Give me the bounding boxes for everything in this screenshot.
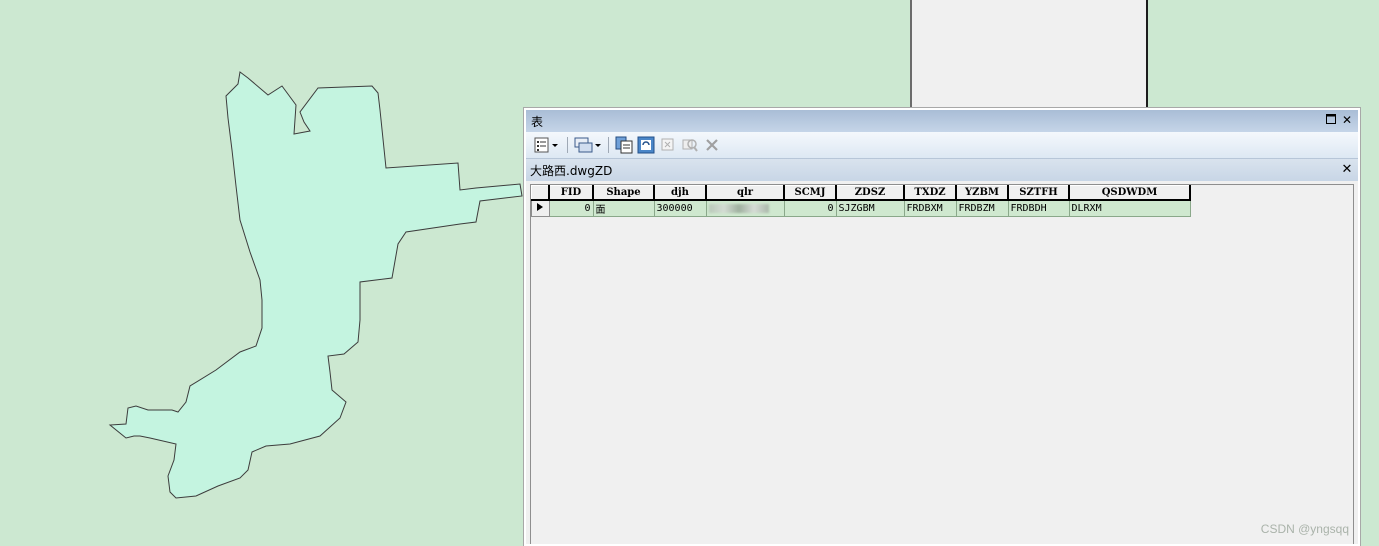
column-header-scmj[interactable]: SCMJ <box>783 185 837 201</box>
cell-qlr[interactable] <box>705 199 785 217</box>
column-header-yzbm[interactable]: YZBM <box>955 185 1009 201</box>
side-panel <box>910 0 1148 108</box>
tab-close-icon[interactable]: ✕ <box>1340 162 1354 177</box>
zoom-to-selected-icon[interactable] <box>680 135 700 155</box>
select-by-attributes-icon[interactable] <box>614 135 634 155</box>
column-header-qlr[interactable]: qlr <box>705 185 785 201</box>
cell-yzbm[interactable]: FRDBZM <box>955 199 1009 217</box>
switch-selection-icon[interactable] <box>636 135 656 155</box>
table-options-icon[interactable] <box>532 135 562 155</box>
cell-djh[interactable]: 300000 <box>653 199 707 217</box>
parcel-polygon[interactable] <box>108 71 523 499</box>
column-header-qsdwdm[interactable]: QSDWDM <box>1068 185 1191 201</box>
cell-fid[interactable]: 0 <box>548 199 594 217</box>
column-header-djh[interactable]: djh <box>653 185 707 201</box>
tab-dwgzd[interactable]: 大路西.dwgZD <box>530 162 612 179</box>
column-header-shape[interactable]: Shape <box>592 185 655 201</box>
table-tab-bar: 大路西.dwgZD ✕ <box>526 158 1358 181</box>
cell-shape[interactable]: 面 <box>592 199 655 217</box>
toolbar-separator <box>608 137 609 153</box>
delete-selected-icon[interactable] <box>702 135 722 155</box>
redacted-text <box>708 203 769 213</box>
maximize-icon[interactable] <box>1324 113 1338 127</box>
row-selector-arrow-icon[interactable] <box>531 199 550 217</box>
cell-qsdwdm[interactable]: DLRXM <box>1068 199 1191 217</box>
table-row[interactable]: 0 面 300000 0 SJZGBM FRDBXM FRDBZM FRDBDH… <box>531 199 1191 217</box>
cell-txdz[interactable]: FRDBXM <box>903 199 957 217</box>
attribute-table: FID Shape djh qlr SCMJ ZDSZ TXDZ YZBM SZ… <box>531 185 1191 217</box>
attribute-grid[interactable]: FID Shape djh qlr SCMJ ZDSZ TXDZ YZBM SZ… <box>530 184 1354 544</box>
close-icon[interactable]: ✕ <box>1340 113 1354 127</box>
clear-selection-icon[interactable] <box>658 135 678 155</box>
toolbar-separator <box>567 137 568 153</box>
column-header-txdz[interactable]: TXDZ <box>903 185 957 201</box>
column-header-fid[interactable]: FID <box>548 185 594 201</box>
window-titlebar[interactable]: 表 ✕ <box>526 110 1358 132</box>
table-toolbar <box>526 132 1358 158</box>
column-header-zdsz[interactable]: ZDSZ <box>835 185 905 201</box>
table-window[interactable]: 表 ✕ 大路西.dwgZD ✕ FID Shape djh qlr SCMJ Z… <box>524 108 1360 546</box>
cell-scmj[interactable]: 0 <box>783 199 837 217</box>
column-header-sztfh[interactable]: SZTFH <box>1007 185 1070 201</box>
watermark: CSDN @yngsqq <box>1260 522 1349 536</box>
related-tables-icon[interactable] <box>573 135 603 155</box>
window-title: 表 <box>531 114 544 129</box>
row-selector-header[interactable] <box>531 185 550 201</box>
table-header-row: FID Shape djh qlr SCMJ ZDSZ TXDZ YZBM SZ… <box>531 185 1191 201</box>
cell-sztfh[interactable]: FRDBDH <box>1007 199 1070 217</box>
cell-zdsz[interactable]: SJZGBM <box>835 199 905 217</box>
